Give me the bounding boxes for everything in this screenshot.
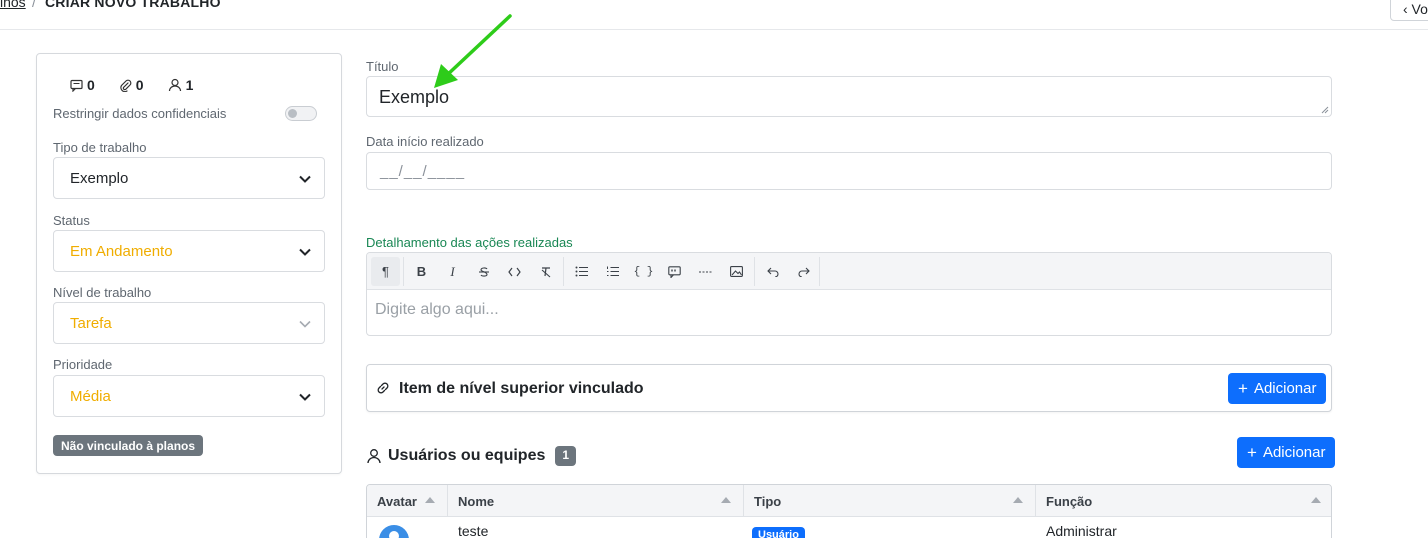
toolbar-divider (754, 257, 755, 286)
strikethrough-icon[interactable] (469, 257, 498, 286)
users-section-header: Usuários ou equipes 1 (366, 446, 577, 466)
comments-count: 0 (87, 77, 95, 93)
toolbar-divider (403, 257, 404, 286)
sort-icon (425, 497, 435, 503)
add-parent-label: Adicionar (1253, 380, 1317, 397)
chevron-down-icon (299, 393, 311, 401)
column-header-avatar[interactable]: Avatar (367, 485, 448, 517)
status-select[interactable]: Em Andamento (53, 230, 325, 272)
linked-parent-title: Item de nível superior vinculado (399, 380, 644, 397)
avatar (379, 525, 409, 538)
column-header-type[interactable]: Tipo (744, 485, 1036, 517)
horizontal-rule-icon[interactable] (691, 257, 720, 286)
redo-icon[interactable] (789, 257, 818, 286)
users-count: 1 (185, 77, 194, 93)
plus-icon: + (1247, 443, 1257, 462)
counters: 0 0 1 (70, 77, 217, 93)
row-role: Administrar (1046, 523, 1117, 538)
attachments-counter: 0 (119, 77, 144, 93)
user-icon (168, 78, 181, 92)
confidential-label: Restringir dados confidenciais (53, 106, 227, 121)
users-section-title: Usuários ou equipes (388, 447, 546, 464)
column-label: Nome (458, 494, 495, 509)
link-icon (377, 382, 389, 394)
top-bar: lhos / CRIAR NOVO TRABALHO ‹ Vo (0, 0, 1428, 30)
code-block-icon[interactable]: { } (629, 257, 658, 286)
undo-icon[interactable] (758, 257, 787, 286)
sort-icon (1013, 497, 1023, 503)
priority-label: Prioridade (53, 357, 113, 372)
column-label: Função (1046, 494, 1093, 509)
level-value: Tarefa (70, 315, 112, 332)
paragraph-icon[interactable]: ¶ (371, 257, 400, 286)
confidential-toggle[interactable] (285, 106, 317, 121)
attachments-count: 0 (135, 77, 144, 93)
toolbar-divider (563, 257, 564, 286)
sort-icon (721, 497, 731, 503)
toggle-knob (288, 109, 297, 118)
work-type-label: Tipo de trabalho (53, 140, 147, 155)
column-label: Tipo (754, 494, 782, 509)
quote-icon[interactable] (660, 257, 689, 286)
bold-icon[interactable]: B (407, 257, 436, 286)
work-type-value: Exemplo (70, 170, 129, 187)
resize-handle-icon[interactable] (1321, 106, 1329, 114)
work-summary-card: 0 0 1 Restringir dados confidenciais Tip… (36, 53, 342, 474)
priority-value: Média (70, 388, 111, 405)
comments-counter: 0 (70, 77, 95, 93)
users-counter: 1 (168, 77, 194, 93)
date-placeholder: __/__/____ (380, 163, 466, 180)
toolbar-divider (819, 257, 820, 286)
ordered-list-icon[interactable] (598, 257, 627, 286)
users-count-badge: 1 (555, 446, 577, 466)
column-header-role[interactable]: Função (1036, 485, 1331, 517)
title-input-value: Exemplo (379, 87, 450, 107)
breadcrumb-separator: / (32, 0, 36, 10)
chevron-down-icon (299, 320, 311, 328)
users-table: Avatar Nome Tipo Função teste Usuário Ad… (366, 484, 1332, 538)
status-value: Em Andamento (70, 243, 173, 260)
editor-placeholder: Digite algo aqui... (375, 301, 499, 318)
date-label: Data início realizado (366, 134, 484, 149)
chevron-down-icon (299, 175, 311, 183)
level-label: Nível de trabalho (53, 285, 152, 300)
work-type-select[interactable]: Exemplo (53, 157, 325, 199)
add-parent-button[interactable]: + Adicionar (1228, 373, 1327, 404)
row-name: teste (458, 523, 489, 538)
title-label: Título (366, 59, 399, 74)
user-icon (367, 449, 381, 464)
editor-toolbar: ¶ B I { } (367, 253, 1331, 290)
column-header-name[interactable]: Nome (448, 485, 744, 517)
priority-select[interactable]: Média (53, 375, 325, 417)
level-select[interactable]: Tarefa (53, 302, 325, 344)
image-icon[interactable] (722, 257, 751, 286)
back-button[interactable]: ‹ Vo (1390, 0, 1428, 21)
plus-icon: + (1238, 379, 1248, 398)
code-icon[interactable] (500, 257, 529, 286)
column-label: Avatar (377, 494, 417, 509)
chevron-down-icon (299, 248, 311, 256)
plan-status-badge: Não vinculado à planos (53, 435, 204, 456)
date-input[interactable]: __/__/____ (366, 152, 1332, 190)
sort-icon (1311, 497, 1321, 503)
breadcrumb-parent-link[interactable]: lhos (0, 0, 26, 10)
comment-icon (70, 79, 83, 92)
title-input[interactable]: Exemplo (366, 76, 1332, 117)
add-user-label: Adicionar (1262, 444, 1326, 461)
linked-parent-card: Item de nível superior vinculado + Adici… (366, 364, 1332, 412)
bullet-list-icon[interactable] (567, 257, 596, 286)
rich-text-editor[interactable]: ¶ B I { } Digite algo aqui... (366, 252, 1332, 336)
details-label: Detalhamento das ações realizadas (366, 235, 573, 250)
row-type-badge: Usuário (752, 527, 805, 538)
status-label: Status (53, 213, 90, 228)
paperclip-icon (120, 79, 132, 92)
page-title: CRIAR NOVO TRABALHO (45, 0, 221, 10)
italic-icon[interactable]: I (438, 257, 467, 286)
clear-format-icon[interactable] (531, 257, 560, 286)
add-user-button[interactable]: + Adicionar (1237, 437, 1336, 468)
table-header: Avatar Nome Tipo Função (367, 485, 1331, 517)
